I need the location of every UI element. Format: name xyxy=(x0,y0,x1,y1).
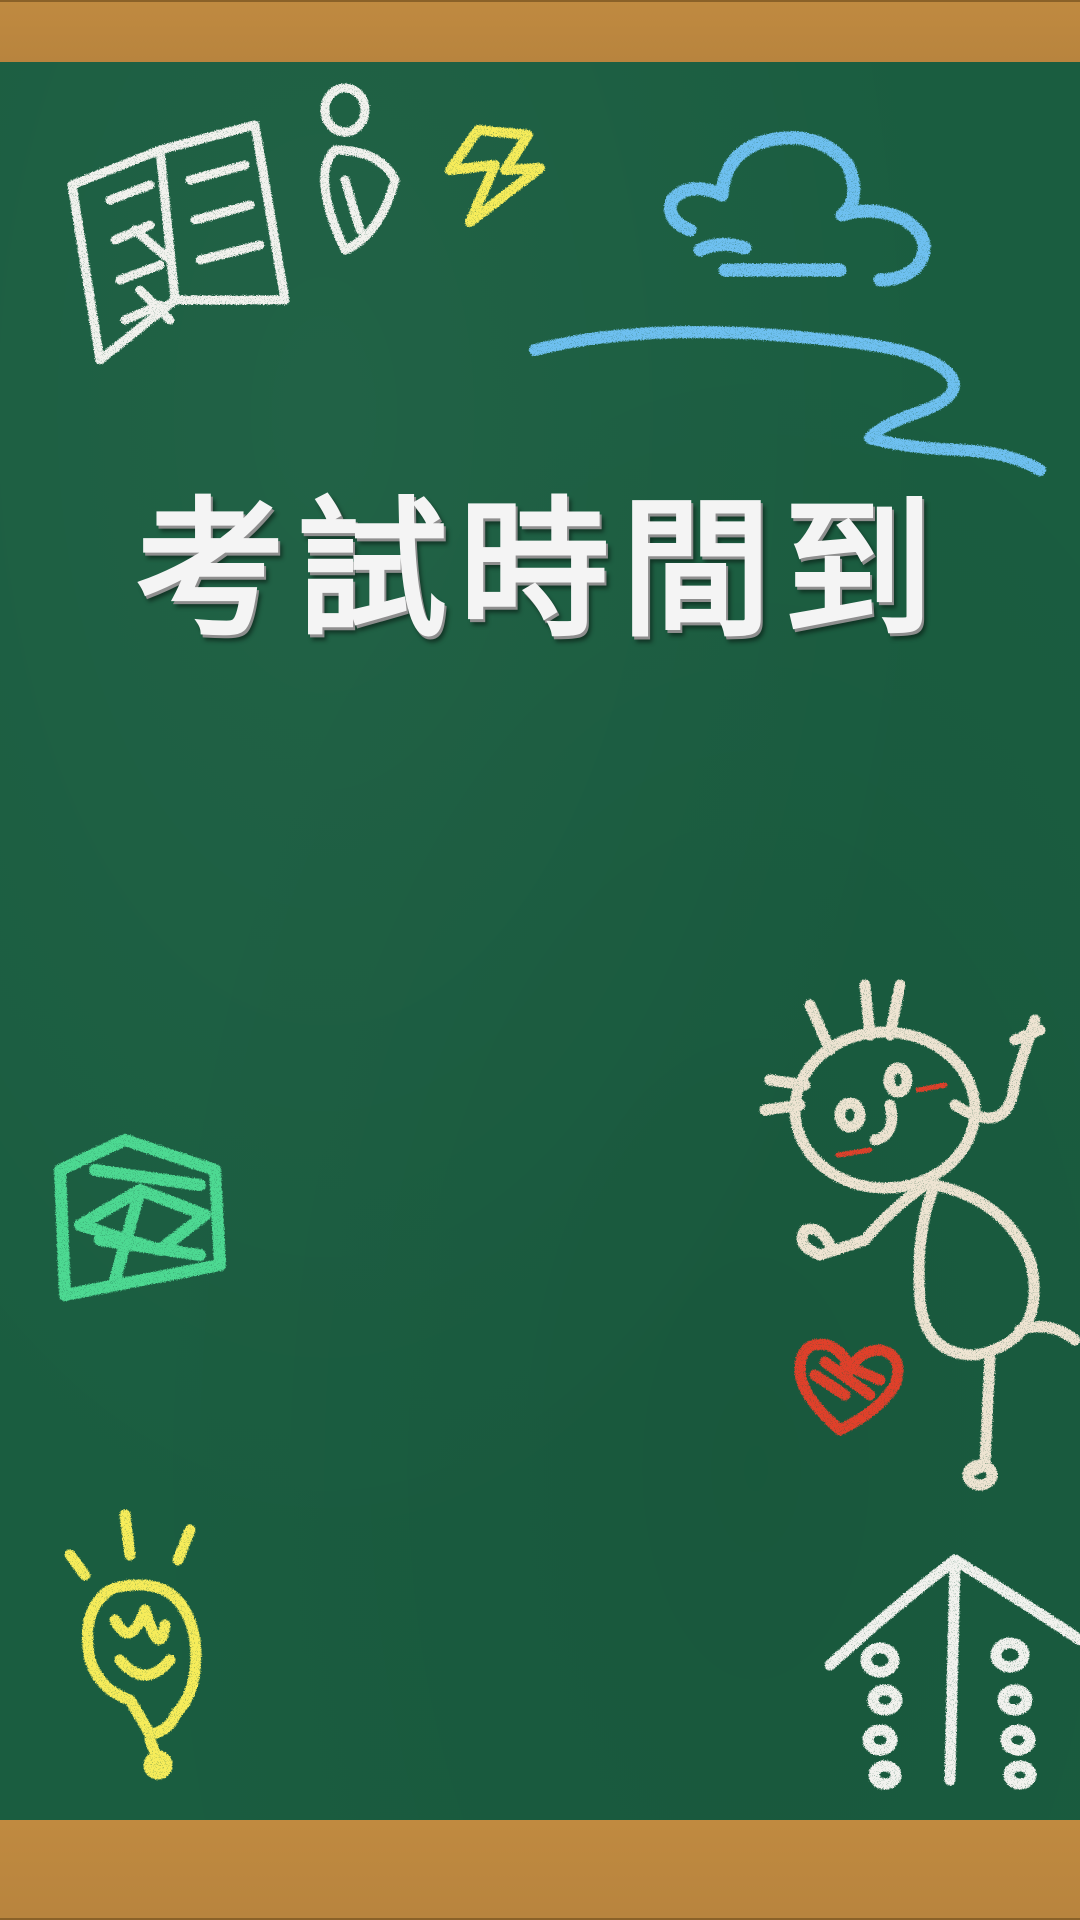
page-title: 考試時間到 xyxy=(134,482,945,658)
top-wood-border xyxy=(0,0,1080,62)
chalkboard xyxy=(0,62,1080,1820)
bottom-wood-border xyxy=(0,1820,1080,1920)
chalkboard-frame: 考試時間到 xyxy=(0,0,1080,1920)
